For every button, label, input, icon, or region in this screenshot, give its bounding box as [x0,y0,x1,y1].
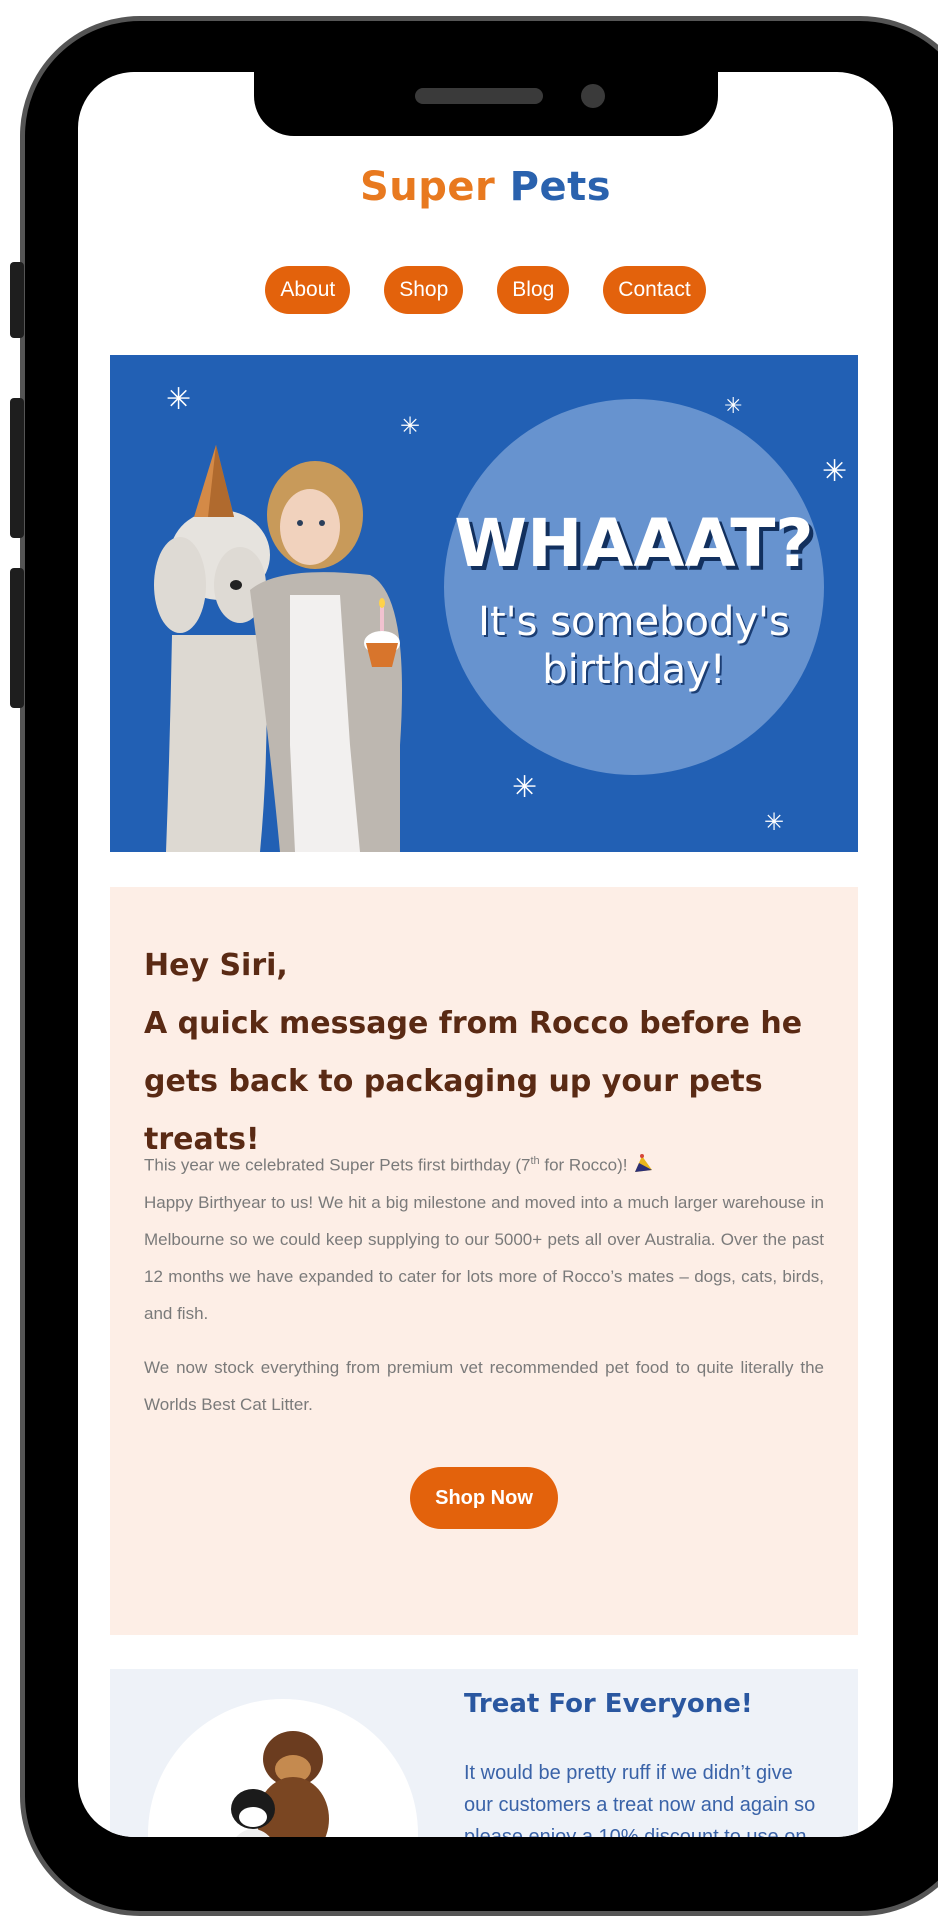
greeting: Hey Siri, [144,948,288,983]
treat-section: Treat For Everyone! It would be pretty r… [110,1669,858,1837]
nav-about-button[interactable]: About [265,266,351,314]
sparkle-icon: ✳ [512,771,538,804]
hero-title: WHAAAT? [454,505,814,582]
silent-switch [10,262,24,338]
volume-up-button [10,398,24,538]
treat-title: Treat For Everyone! [464,1689,753,1719]
speaker-grille [415,88,543,104]
hero-circle [444,399,824,775]
girl-and-dog-photo [154,445,402,852]
nav-bar: About Shop Blog Contact [78,266,893,314]
intro-line-part1: This year we celebrated Super Pets first… [144,1155,531,1175]
sparkle-icon: ✳ [400,413,421,440]
greeting-block: Hey Siri, A quick message from Rocco bef… [144,937,844,1169]
intro-body: Happy Birthyear to us! We hit a big mile… [144,1192,824,1323]
pets-group-photo [231,1731,329,1837]
sparkle-icon: ✳ [724,393,743,418]
brand-logo-part2: Pets [509,164,612,210]
nav-contact-button[interactable]: Contact [603,266,706,314]
hero-subtitle-line2: birthday! [542,647,726,693]
nav-shop-button[interactable]: Shop [384,266,464,314]
hero-subtitle-line1: It's somebody's [478,599,790,645]
front-camera [581,84,605,108]
hero-subtitle: It's somebody's birthday! [444,598,824,694]
hero-banner[interactable]: ✳ ✳ ✳ ✳ ✳ ✳ WHAAAT? It's somebody's birt… [110,355,858,852]
intro-superscript: th [530,1155,540,1167]
sparkle-icon: ✳ [764,809,785,836]
nav-blog-button[interactable]: Blog [497,266,570,314]
brand-logo-part1: Super [359,164,496,210]
sparkle-icon: ✳ [166,383,192,416]
intro-line-part2: for Rocco)! [539,1155,633,1175]
phone-notch [254,72,718,136]
volume-down-button [10,568,24,708]
pets-photo-circle [148,1699,418,1837]
intro-paragraph: This year we celebrated Super Pets first… [144,1143,824,1332]
brand-logo[interactable]: Super Pets [78,164,893,210]
party-hat-icon [635,1153,653,1172]
message-section: Hey Siri, A quick message from Rocco bef… [110,887,858,1635]
email-screen: Super Pets About Shop Blog Contact ✳ ✳ ✳… [78,72,893,1837]
sparkle-icon: ✳ [822,455,848,488]
shop-now-button[interactable]: Shop Now [410,1467,558,1529]
treat-text: It would be pretty ruff if we didn’t giv… [464,1762,816,1837]
stock-paragraph: We now stock everything from premium vet… [144,1358,824,1414]
